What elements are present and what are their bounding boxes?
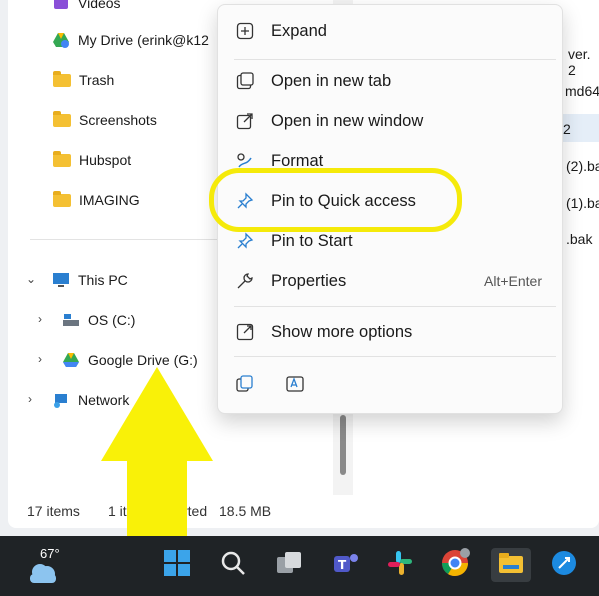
sidebar-item-label: Hubspot	[79, 152, 132, 168]
menu-item-label: Open in new tab	[271, 71, 392, 90]
sidebar-item-this-pc[interactable]: This PC	[52, 269, 128, 291]
teams-icon: T	[331, 549, 359, 582]
sidebar-item-trash[interactable]: Trash	[53, 69, 114, 91]
pin-icon	[234, 230, 256, 252]
teams-button[interactable]: T	[328, 548, 362, 582]
sidebar-item-label: Google Drive (G:)	[88, 352, 198, 368]
monitor-icon	[52, 271, 70, 289]
remote-app-icon	[550, 549, 578, 582]
sidebar-item-os-c[interactable]: OS (C:)	[62, 309, 135, 331]
weather-widget[interactable]: 67°	[22, 544, 82, 588]
search-button[interactable]	[216, 548, 250, 582]
rename-icon	[285, 376, 305, 398]
file-name-fragment[interactable]: .bak	[566, 231, 592, 247]
chevron-right-icon[interactable]: ›	[38, 352, 42, 366]
sidebar-item-label: IMAGING	[79, 192, 140, 208]
menu-item-expand[interactable]: Expand	[218, 13, 562, 49]
menu-item-label: Properties	[271, 271, 347, 290]
task-view-button[interactable]	[272, 548, 306, 582]
status-selected: 1 it	[108, 503, 127, 519]
svg-text:T: T	[338, 558, 347, 572]
file-name-fragment[interactable]: md64	[565, 83, 599, 99]
start-icon	[163, 549, 191, 582]
status-item-count: 17 items	[27, 503, 80, 519]
sidebar-item-screenshots[interactable]: Screenshots	[53, 109, 157, 131]
menu-item-label: Expand	[271, 21, 327, 40]
file-explorer-button[interactable]	[491, 548, 531, 582]
sidebar-item-label: Trash	[79, 72, 115, 88]
menu-separator	[234, 306, 556, 307]
chrome-button[interactable]	[438, 547, 472, 583]
slack-button[interactable]	[383, 548, 417, 582]
file-name-fragment[interactable]: (1).bak	[566, 195, 599, 211]
start-button[interactable]	[160, 548, 194, 582]
sidebar-item-my-drive[interactable]: My Drive (erink@k12	[52, 29, 209, 51]
expand-icon	[234, 20, 256, 42]
menu-item-label: Open in new window	[271, 111, 424, 130]
show-more-icon	[234, 321, 256, 343]
task-view-icon	[275, 549, 303, 582]
chevron-right-icon[interactable]: ›	[38, 312, 42, 326]
chrome-icon	[440, 547, 470, 583]
menu-separator	[234, 356, 556, 357]
rename-button[interactable]	[285, 374, 307, 396]
sidebar-item-label: My Drive (erink@k12	[78, 32, 209, 48]
google-drive-icon	[62, 351, 80, 369]
file-name-fragment[interactable]: (2).bak	[566, 158, 599, 174]
folder-icon	[53, 70, 71, 87]
scrollbar-thumb[interactable]	[340, 415, 346, 475]
sidebar-item-imaging[interactable]: IMAGING	[53, 189, 140, 211]
copy-icon	[235, 375, 255, 398]
copy-button[interactable]	[235, 374, 257, 396]
google-drive-icon	[52, 31, 70, 49]
drive-icon	[62, 311, 80, 329]
arrow-head	[101, 367, 213, 461]
search-icon	[219, 549, 247, 582]
slack-icon	[386, 549, 414, 582]
open-new-window-icon	[234, 110, 256, 132]
file-explorer-icon	[497, 549, 525, 582]
menu-separator	[234, 59, 556, 60]
sidebar-item-label: Screenshots	[79, 112, 157, 128]
network-icon	[52, 391, 70, 409]
menu-item-properties[interactable]: Properties Alt+Enter	[218, 263, 562, 299]
folder-icon	[53, 110, 71, 127]
menu-item-label: Show more options	[271, 322, 413, 341]
taskbar: 67° T	[0, 536, 599, 596]
menu-item-open-new-tab[interactable]: Open in new tab	[218, 63, 562, 99]
chevron-down-icon[interactable]: ⌄	[26, 272, 36, 286]
sidebar-item-label: OS (C:)	[88, 312, 136, 328]
menu-item-label: Pin to Start	[271, 231, 353, 250]
wrench-icon	[234, 270, 256, 292]
videos-icon	[52, 0, 70, 12]
file-name-fragment[interactable]: ver. 2	[568, 46, 599, 78]
sidebar-item-label: This PC	[78, 272, 128, 288]
status-size: 18.5 MB	[219, 503, 272, 519]
menu-item-open-new-window[interactable]: Open in new window	[218, 103, 562, 139]
menu-item-show-more-options[interactable]: Show more options	[218, 314, 562, 350]
remote-app-button[interactable]	[547, 548, 581, 582]
highlight-oval	[209, 168, 462, 232]
chevron-right-icon[interactable]: ›	[28, 392, 32, 406]
open-new-tab-icon	[234, 70, 256, 92]
sidebar-item-label: Videos	[78, 0, 121, 11]
sidebar-item-videos[interactable]: Videos	[52, 0, 121, 14]
weather-temp: 67°	[40, 546, 60, 561]
file-name-fragment[interactable]: 2	[563, 121, 571, 137]
folder-icon	[53, 150, 71, 167]
sidebar-item-hubspot[interactable]: Hubspot	[53, 149, 131, 171]
shortcut-label: Alt+Enter	[484, 273, 542, 289]
folder-icon	[53, 190, 71, 207]
